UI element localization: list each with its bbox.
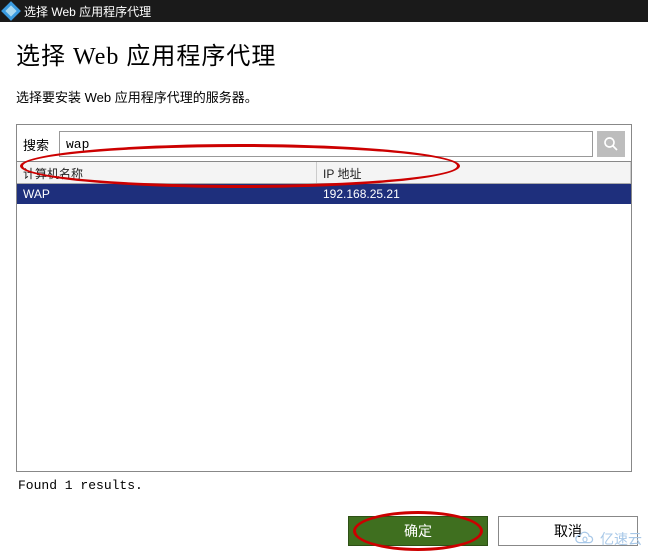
cancel-button-label: 取消 xyxy=(554,523,582,539)
column-ip-address[interactable]: IP 地址 xyxy=(317,162,631,183)
search-label: 搜索 xyxy=(23,135,55,154)
ok-button-label: 确定 xyxy=(404,523,432,539)
search-panel: 搜索 xyxy=(16,124,632,162)
results-table: 计算机名称 IP 地址 WAP 192.168.25.21 xyxy=(16,162,632,472)
search-input[interactable] xyxy=(59,131,593,157)
column-computer-name[interactable]: 计算机名称 xyxy=(17,162,317,183)
button-bar: 确定 取消 xyxy=(348,516,638,546)
dialog-content: 选择 Web 应用程序代理 选择要安装 Web 应用程序代理的服务器。 搜索 计… xyxy=(0,22,648,499)
title-bar: 选择 Web 应用程序代理 xyxy=(0,0,648,22)
cell-computer-name: WAP xyxy=(17,187,317,201)
search-icon xyxy=(602,135,620,153)
search-button[interactable] xyxy=(597,131,625,157)
cell-ip-address: 192.168.25.21 xyxy=(317,187,631,201)
table-header: 计算机名称 IP 地址 xyxy=(17,162,631,184)
table-body: WAP 192.168.25.21 xyxy=(17,184,631,471)
cancel-button[interactable]: 取消 xyxy=(498,516,638,546)
table-row[interactable]: WAP 192.168.25.21 xyxy=(17,184,631,204)
ok-button[interactable]: 确定 xyxy=(348,516,488,546)
window-title: 选择 Web 应用程序代理 xyxy=(24,3,151,20)
dialog-instruction: 选择要安装 Web 应用程序代理的服务器。 xyxy=(16,87,632,106)
dialog-heading: 选择 Web 应用程序代理 xyxy=(16,36,632,71)
app-icon xyxy=(1,1,21,21)
status-text: Found 1 results. xyxy=(16,472,632,499)
